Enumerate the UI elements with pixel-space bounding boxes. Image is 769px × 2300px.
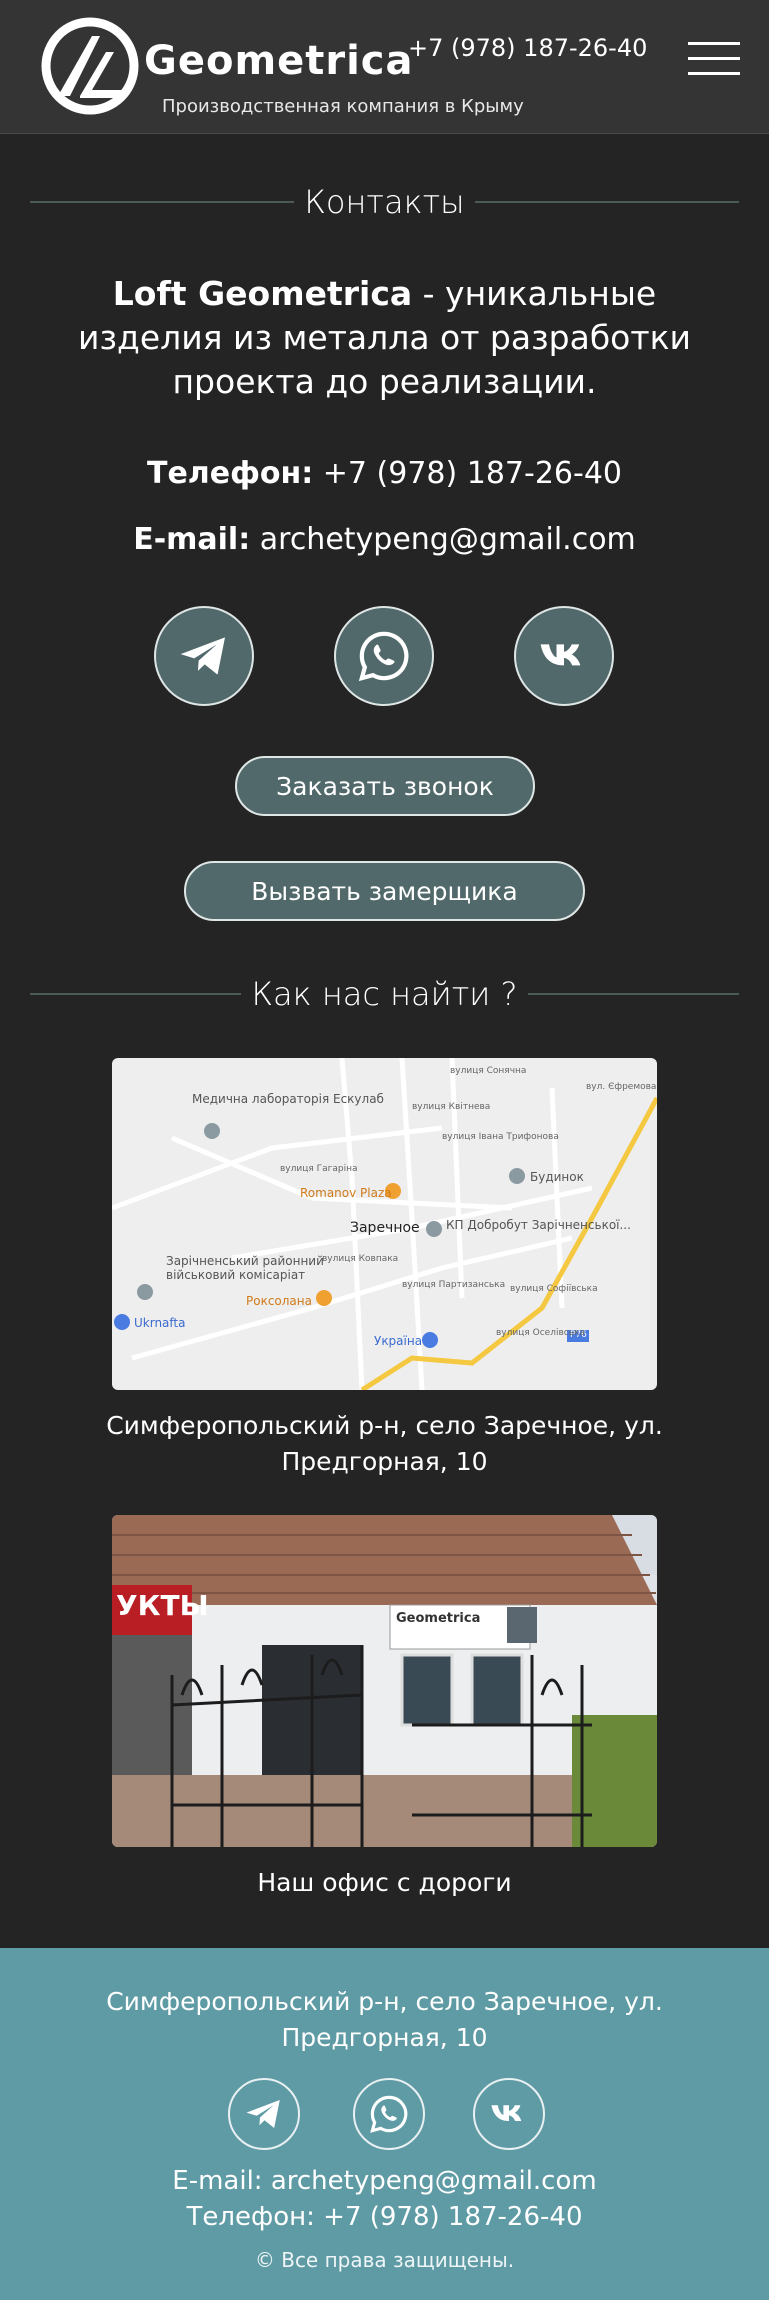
map-street-label: вулиця Квітнева: [412, 1102, 491, 1112]
map-label: КП Добробут Зарічненської...: [446, 1218, 631, 1232]
divider: [474, 201, 739, 203]
photo-sign-text: Geometrica: [396, 1611, 481, 1626]
telegram-icon: [246, 2100, 280, 2128]
map-street-label: вулиця Сонячна: [450, 1066, 527, 1076]
find-us-title: Как нас найти ?: [251, 975, 518, 1013]
footer-whatsapp-button[interactable]: [353, 2078, 425, 2150]
logo-icon[interactable]: [40, 16, 140, 116]
header-phone-link[interactable]: +7 (978) 187-26-40: [408, 34, 647, 62]
map-label: Будинок: [530, 1170, 584, 1184]
map-label: Romanov Plaza: [300, 1186, 392, 1200]
contacts-title: Контакты: [304, 183, 465, 221]
office-photo: Geometrica УКТЫ: [112, 1515, 657, 1847]
site-header: Geometrica Производственная компания в К…: [0, 0, 769, 134]
intro-text: Loft Geometrica - уникальные изделия из …: [40, 272, 729, 404]
map-label: Ukrnafta: [134, 1316, 186, 1330]
telegram-button[interactable]: [154, 606, 254, 706]
vk-icon: [540, 644, 581, 666]
divider: [527, 993, 740, 995]
map-street-label: вулиця Гагаріна: [280, 1164, 358, 1174]
footer-phone[interactable]: Телефон: +7 (978) 187-26-40: [40, 2202, 729, 2232]
whatsapp-button[interactable]: [334, 606, 434, 706]
office-photo-drawing: [112, 1515, 657, 1847]
map-street-label: вулиця Ковпака: [322, 1254, 399, 1264]
map-street-label: вулиця Івана Трифонова: [442, 1132, 559, 1142]
map-label: Заречное: [350, 1220, 420, 1236]
footer-email[interactable]: E-mail: archetypeng@gmail.com: [40, 2166, 729, 2196]
brand-tagline: Производственная компания в Крыму: [162, 96, 524, 117]
brand-name[interactable]: Geometrica: [144, 38, 414, 84]
site-footer: Симферопольский р-н, село Заречное, ул. …: [0, 1948, 769, 2300]
map-street-label: вулиця Партизанська: [402, 1280, 506, 1290]
map-label: Роксолана: [246, 1294, 312, 1308]
footer-address: Симферопольский р-н, село Заречное, ул. …: [106, 1987, 663, 2052]
phone-label: Телефон:: [147, 456, 314, 491]
phone-value[interactable]: +7 (978) 187-26-40: [313, 456, 622, 491]
vk-button[interactable]: [514, 606, 614, 706]
hamburger-icon[interactable]: [688, 40, 740, 76]
map-caption: Симферопольский р-н, село Заречное, ул. …: [106, 1411, 663, 1476]
whatsapp-icon: [370, 2095, 408, 2133]
footer-copyright: © Все права защищены.: [254, 2248, 515, 2272]
phone-line: Телефон: +7 (978) 187-26-40: [40, 456, 729, 491]
location-map[interactable]: Медична лабораторія Ескулаб Romanov Plaz…: [112, 1058, 657, 1390]
map-label: Україна: [374, 1334, 423, 1348]
vk-icon: [491, 2105, 522, 2121]
footer-vk-button[interactable]: [473, 2078, 545, 2150]
intro-brand: Loft Geometrica: [112, 274, 413, 313]
order-call-button[interactable]: Заказать звонок: [235, 756, 535, 816]
map-street-label: вулиця Оселівська: [496, 1328, 585, 1338]
find-us-heading: Как нас найти ?: [30, 972, 740, 1016]
divider: [30, 201, 295, 203]
whatsapp-icon: [358, 631, 409, 682]
telegram-icon: [180, 637, 225, 675]
map-label: Медична лабораторія Ескулаб: [192, 1092, 384, 1106]
photo-caption: Наш офис с дороги: [257, 1868, 512, 1897]
email-value[interactable]: archetypeng@gmail.com: [250, 522, 636, 557]
map-street-label: вулиця Софіївська: [510, 1284, 598, 1294]
email-line: E-mail: archetypeng@gmail.com: [40, 522, 729, 557]
map-street-label: вул. Єфремова: [586, 1082, 657, 1092]
divider: [30, 993, 242, 995]
email-label: E-mail:: [133, 522, 251, 557]
footer-telegram-button[interactable]: [228, 2078, 300, 2150]
photo-shop-text: УКТЫ: [116, 1589, 209, 1622]
call-measurer-button[interactable]: Вызвать замерщика: [184, 861, 585, 921]
contacts-heading: Контакты: [30, 180, 739, 224]
